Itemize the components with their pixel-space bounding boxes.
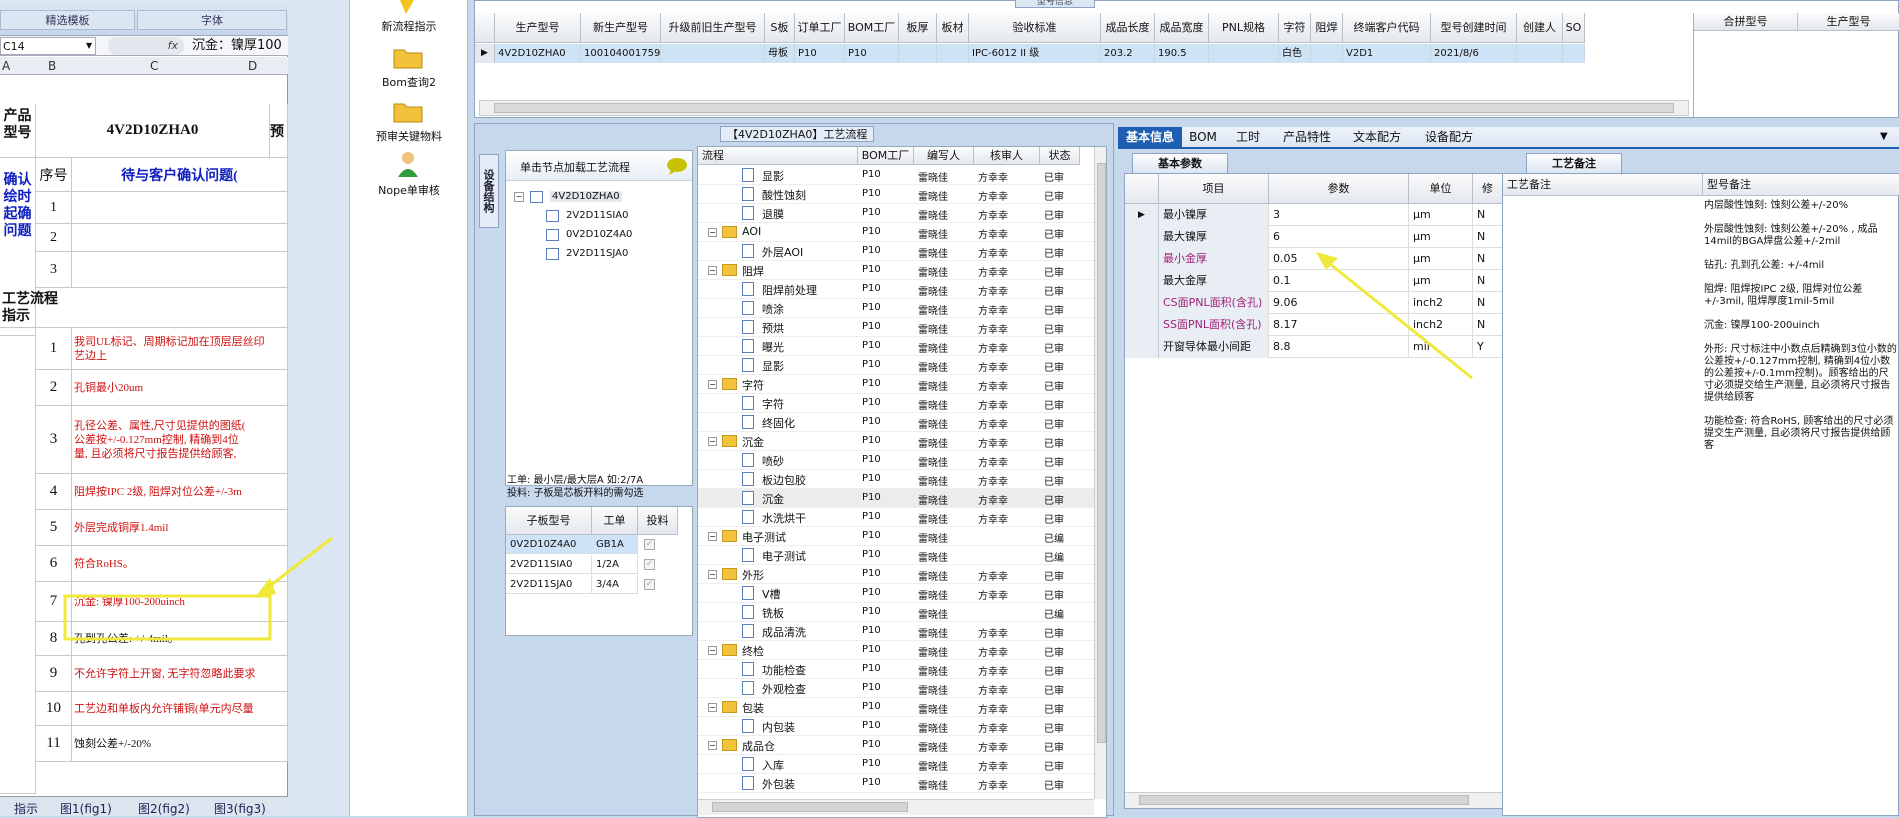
arrow-line [261,536,333,594]
arrow-head [255,578,276,597]
annotation-arrows [63,252,1473,641]
highlight-box [63,594,272,641]
arrow-line [1324,258,1473,380]
